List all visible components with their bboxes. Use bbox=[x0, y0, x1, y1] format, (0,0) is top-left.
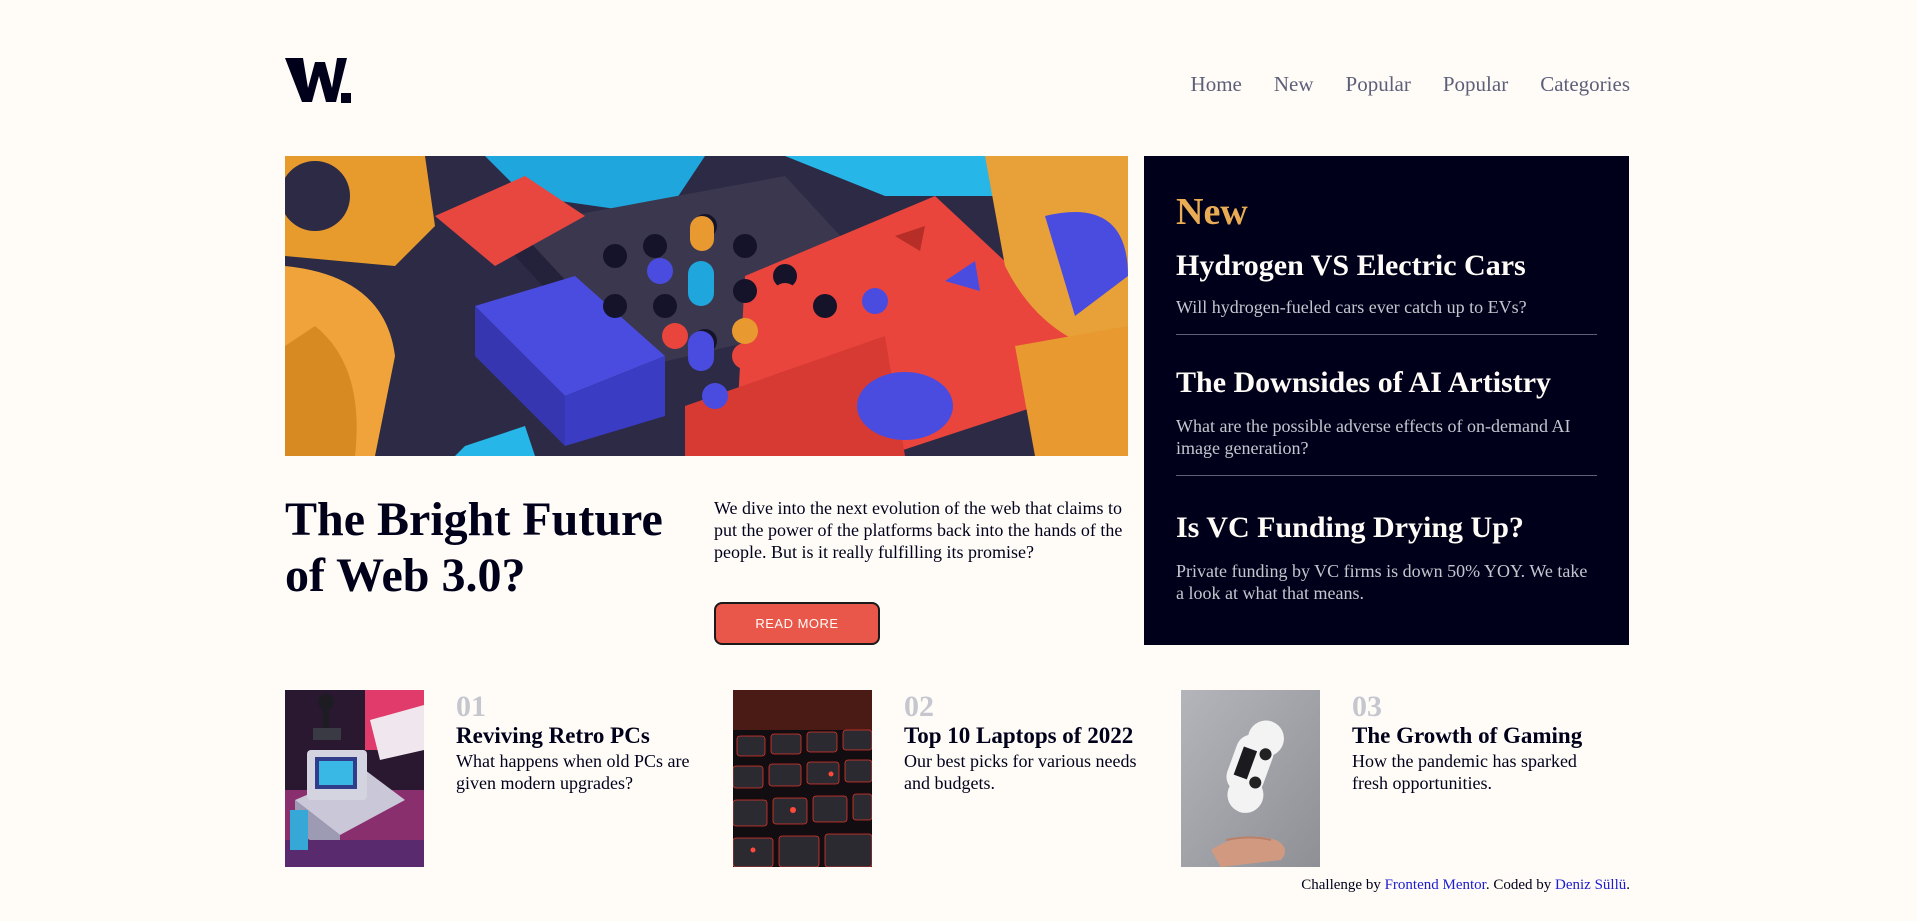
nav-categories[interactable]: Categories bbox=[1540, 72, 1630, 97]
attribution-suffix: . bbox=[1626, 877, 1630, 893]
new-item-title[interactable]: The Downsides of AI Artistry bbox=[1176, 365, 1597, 401]
new-item: Hydrogen VS Electric Cars Will hydrogen-… bbox=[1176, 248, 1597, 335]
new-item-description: What are the possible adverse effects of… bbox=[1176, 416, 1571, 458]
card-number: 02 bbox=[904, 690, 934, 723]
new-item-title[interactable]: Is VC Funding Drying Up? bbox=[1176, 510, 1597, 546]
new-item-title[interactable]: Hydrogen VS Electric Cars bbox=[1176, 248, 1597, 284]
frontend-mentor-link[interactable]: Frontend Mentor bbox=[1385, 877, 1486, 893]
nav-new[interactable]: New bbox=[1274, 72, 1314, 97]
new-panel-heading: New bbox=[1176, 191, 1248, 233]
card-title[interactable]: The Growth of Gaming bbox=[1352, 722, 1612, 750]
new-item: The Downsides of AI Artistry What are th… bbox=[1176, 365, 1597, 476]
article-card: 02 Top 10 Laptops of 2022 Our best picks… bbox=[733, 690, 1164, 867]
logo[interactable] bbox=[285, 58, 351, 104]
new-item-description: Private funding by VC firms is down 50% … bbox=[1176, 561, 1588, 603]
card-description: How the pandemic has sparked fresh oppor… bbox=[1352, 751, 1577, 793]
read-more-button[interactable]: READ MORE bbox=[714, 602, 880, 645]
card-title[interactable]: Top 10 Laptops of 2022 bbox=[904, 722, 1164, 750]
hero-image bbox=[285, 156, 1128, 456]
new-panel: New Hydrogen VS Electric Cars Will hydro… bbox=[1144, 156, 1629, 645]
article-card: 01 Reviving Retro PCs What happens when … bbox=[285, 690, 716, 867]
game-controller-image bbox=[1181, 690, 1320, 867]
card-description: Our best picks for various needs and bud… bbox=[904, 751, 1137, 793]
new-item: Is VC Funding Drying Up? Private funding… bbox=[1176, 510, 1597, 604]
main-nav: Home New Popular Popular Categories bbox=[1191, 72, 1630, 97]
hero-title: The Bright Future of Web 3.0? bbox=[285, 493, 663, 602]
card-number: 01 bbox=[456, 690, 486, 723]
nav-popular[interactable]: Popular bbox=[1346, 72, 1411, 97]
card-title[interactable]: Reviving Retro PCs bbox=[456, 722, 716, 750]
article-card: 03 The Growth of Gaming How the pandemic… bbox=[1181, 690, 1612, 867]
nav-home[interactable]: Home bbox=[1191, 72, 1242, 97]
nav-popular-2[interactable]: Popular bbox=[1443, 72, 1508, 97]
author-link[interactable]: Deniz Süllü bbox=[1555, 877, 1626, 893]
card-description: What happens when old PCs are given mode… bbox=[456, 751, 690, 793]
hero-description: We dive into the next evolution of the w… bbox=[714, 498, 1123, 562]
card-number: 03 bbox=[1352, 690, 1382, 723]
new-item-description: Will hydrogen-fueled cars ever catch up … bbox=[1176, 297, 1527, 317]
retro-pc-image bbox=[285, 690, 424, 867]
page: Home New Popular Popular Categories The … bbox=[0, 0, 1917, 921]
laptop-keyboard-image bbox=[733, 690, 872, 867]
attribution-prefix: Challenge by bbox=[1301, 877, 1385, 893]
attribution: Challenge by Frontend Mentor. Coded by D… bbox=[1301, 877, 1630, 894]
attribution-middle: . Coded by bbox=[1485, 877, 1555, 893]
